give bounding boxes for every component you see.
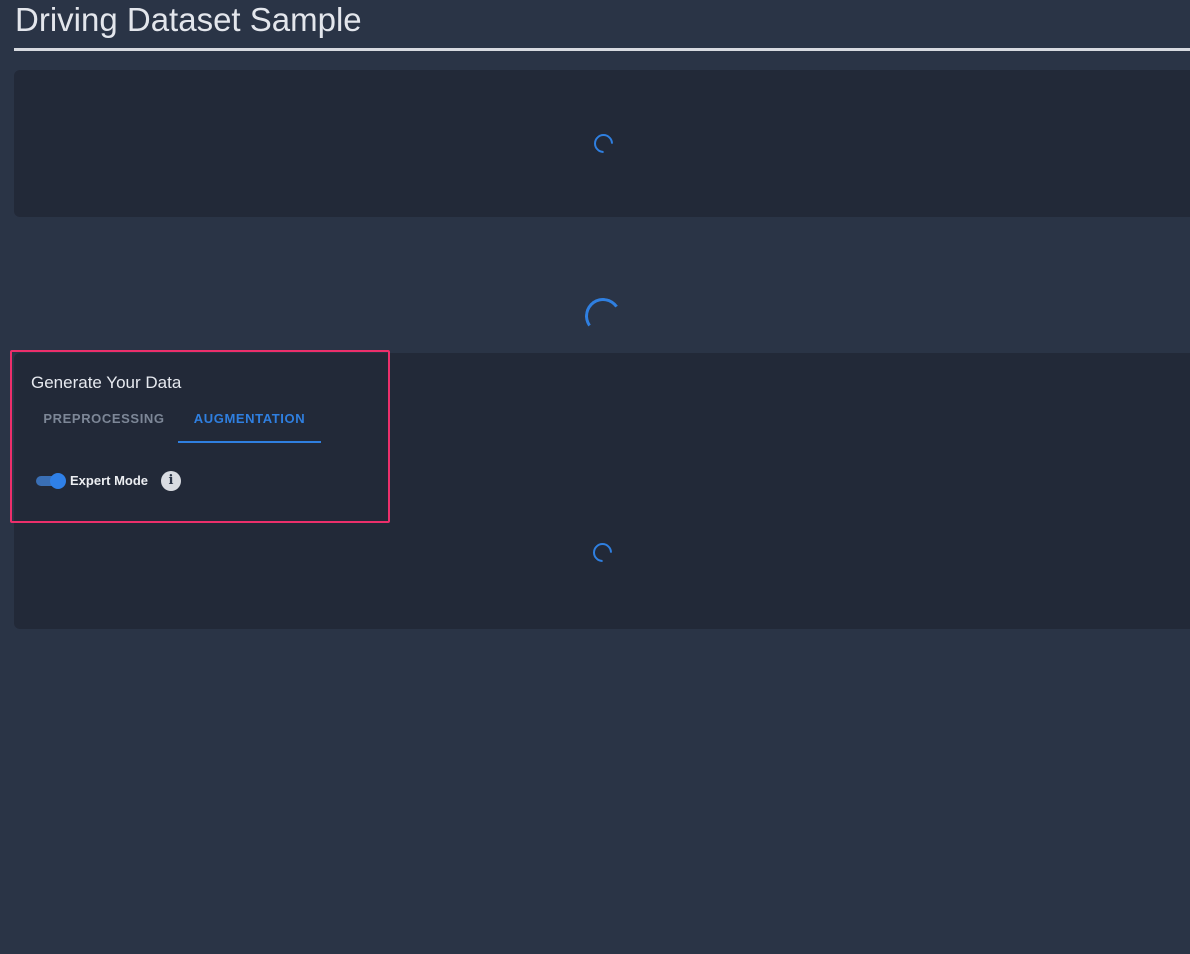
section-title: Generate Your Data [31, 373, 182, 392]
active-tab-indicator [178, 441, 321, 443]
toggle-knob [50, 473, 66, 489]
page-title: Driving Dataset Sample [15, 1, 362, 38]
loading-spinner-icon [582, 295, 624, 337]
title-divider [14, 48, 1190, 51]
tab-augmentation[interactable]: AUGMENTATION [178, 403, 321, 443]
expert-mode-label: Expert Mode [70, 473, 149, 488]
expert-mode-toggle[interactable] [36, 472, 68, 490]
tab-preprocessing[interactable]: PREPROCESSING [31, 403, 177, 443]
info-icon[interactable]: i [161, 471, 181, 491]
